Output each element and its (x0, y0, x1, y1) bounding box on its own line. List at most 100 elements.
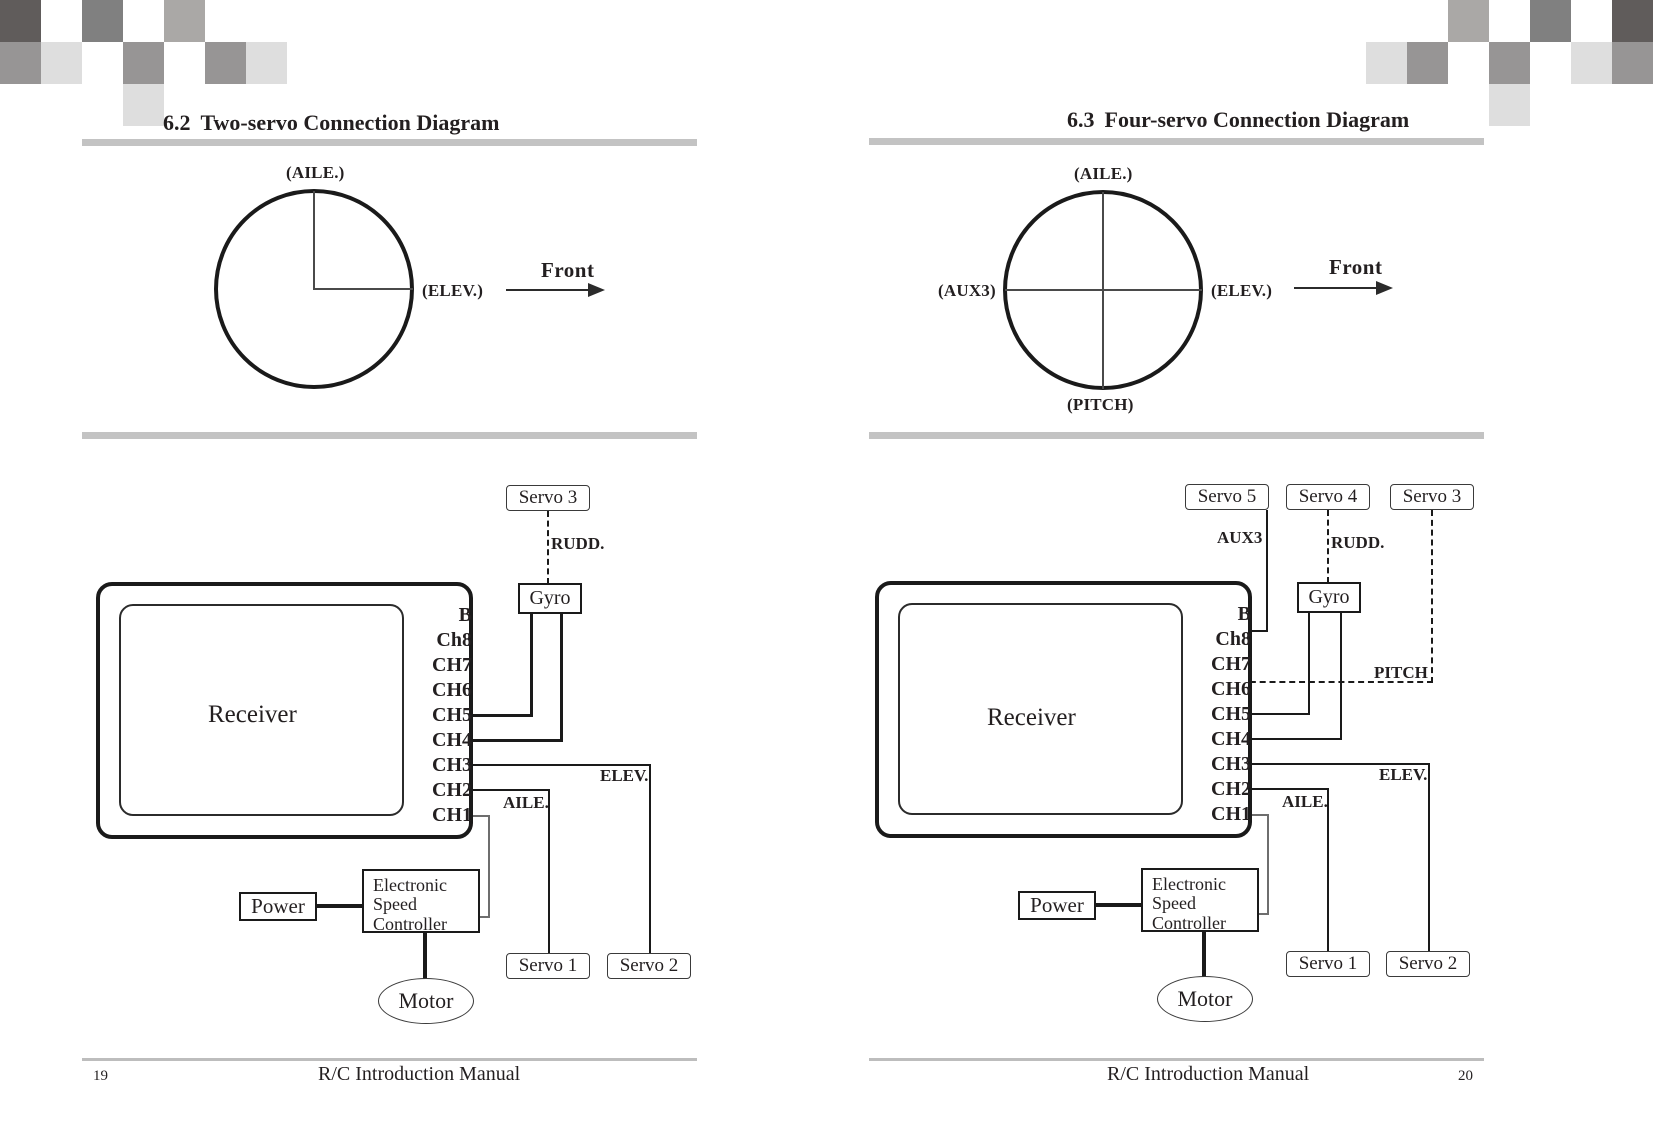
receiver-pin: CH3 (1211, 753, 1251, 775)
servo1-box[interactable]: Servo 1 (1286, 951, 1370, 977)
checker-tile (1571, 42, 1612, 84)
wire-ch5-v (1308, 613, 1310, 715)
checker-tile (246, 42, 287, 84)
servo5-box[interactable]: Servo 5 (1185, 484, 1269, 510)
wire-power-to-esc (315, 904, 363, 908)
wire-ch4-h (473, 739, 563, 742)
power-box[interactable]: Power (239, 892, 317, 921)
swashplate-label-aile: (AILE.) (286, 163, 345, 182)
wire-label-aile: AILE. (1282, 792, 1328, 811)
power-box[interactable]: Power (1018, 891, 1096, 920)
footer-rule-right (869, 1058, 1484, 1061)
servo3-box[interactable]: Servo 3 (506, 485, 590, 511)
section-divider-rule (869, 432, 1484, 439)
esc-line-2: Speed (1152, 893, 1196, 914)
servo2-box[interactable]: Servo 2 (1386, 951, 1470, 977)
checker-tile (1366, 42, 1407, 84)
front-arrow-shaft (1294, 287, 1379, 289)
receiver-pin: CH2 (432, 779, 472, 801)
motor-oval[interactable]: Motor (378, 978, 474, 1024)
swashplate-spoke-horizontal (1005, 289, 1202, 291)
checker-tile (164, 0, 205, 42)
checker-tile (1612, 0, 1653, 42)
wire-ch1-v (488, 815, 490, 918)
front-label-right: Front (1329, 255, 1383, 279)
front-arrow-shaft (506, 289, 591, 291)
page-left: 6.2 Two-servo Connection Diagram (AILE.) … (0, 0, 826, 1140)
receiver-label: Receiver (208, 701, 297, 728)
checker-tile (41, 42, 82, 84)
wire-ch5-v (530, 614, 533, 717)
wire-aile-v (1327, 788, 1329, 952)
receiver-pin: CH4 (432, 729, 472, 751)
servo3-box[interactable]: Servo 3 (1390, 484, 1474, 510)
receiver-pin: CH1 (1211, 803, 1251, 825)
section-number: 6.3 (1067, 107, 1095, 132)
receiver-pin: CH5 (432, 704, 472, 726)
page-number-right: 20 (1458, 1068, 1473, 1084)
front-arrow-icon (588, 283, 605, 297)
esc-line-1: Electronic (373, 875, 447, 895)
checker-tile (123, 42, 164, 84)
decorative-checker-left (0, 0, 826, 126)
servo1-box[interactable]: Servo 1 (506, 953, 590, 979)
section-divider-rule (82, 432, 697, 439)
section-title: Two-servo Connection Diagram (200, 110, 500, 135)
wire-ch2-h-aile (473, 789, 550, 791)
page-number-left: 19 (93, 1068, 108, 1084)
receiver-pin: CH2 (1211, 778, 1251, 800)
swashplate-label-pitch: (PITCH) (1067, 395, 1134, 414)
checker-tile (1407, 42, 1448, 84)
wire-servo4-to-gyro (1327, 510, 1329, 583)
checker-tile (123, 84, 164, 126)
decorative-checker-right (827, 0, 1653, 126)
footer-rule-left (82, 1058, 697, 1061)
wire-label-elev: ELEV. (600, 766, 649, 785)
wire-label-elev: ELEV. (1379, 765, 1428, 784)
receiver-pin: B (458, 604, 472, 626)
swashplate-label-aile: (AILE.) (1074, 164, 1133, 183)
wire-label-rudd: RUDD. (551, 534, 605, 553)
servo2-box[interactable]: Servo 2 (607, 953, 691, 979)
wire-ch2-h-aile (1252, 788, 1329, 790)
wire-label-aile: AILE. (503, 793, 549, 812)
wire-servo3-to-gyro (547, 511, 549, 584)
checker-tile (1612, 42, 1653, 84)
checker-tile (82, 0, 123, 42)
wire-ch5-h (1252, 713, 1309, 715)
wire-label-aux3: AUX3 (1217, 528, 1263, 547)
footer-manual-title-right: R/C Introduction Manual (1107, 1063, 1310, 1085)
section-title: Four-servo Connection Diagram (1104, 107, 1410, 132)
wire-power-to-esc (1094, 903, 1142, 907)
receiver-pin: CH6 (1211, 678, 1251, 700)
checker-tile (205, 42, 246, 84)
checker-tile (1489, 84, 1530, 126)
wire-elev-v (649, 764, 651, 954)
wire-elev-v (1428, 763, 1430, 953)
esc-box[interactable]: Electronic Speed Controller (1141, 868, 1259, 933)
esc-box[interactable]: Electronic Speed Controller (362, 869, 480, 934)
checker-tile (0, 42, 41, 84)
receiver-pin: CH1 (432, 804, 472, 826)
receiver-pin: Ch8 (436, 629, 472, 651)
receiver-pin: CH4 (1211, 728, 1251, 750)
motor-oval[interactable]: Motor (1157, 976, 1253, 1022)
wire-ch4-v (560, 614, 563, 742)
esc-line-3: Controller (373, 913, 447, 934)
swashplate-spoke-elev (313, 288, 413, 290)
section-heading-left: 6.2 Two-servo Connection Diagram (163, 110, 500, 136)
receiver-pin: B (1237, 603, 1251, 625)
servo4-box[interactable]: Servo 4 (1286, 484, 1370, 510)
gyro-box[interactable]: Gyro (518, 583, 582, 614)
gyro-box[interactable]: Gyro (1297, 582, 1361, 613)
esc-line-2: Speed (373, 894, 417, 915)
footer-manual-title-left: R/C Introduction Manual (318, 1063, 521, 1085)
wire-ch4-h (1252, 738, 1342, 740)
front-label-left: Front (541, 258, 595, 282)
section-number: 6.2 (163, 110, 191, 135)
checker-tile (0, 0, 41, 42)
front-arrow-icon (1376, 281, 1393, 295)
wire-aux3-v (1266, 510, 1268, 632)
swashplate-label-elev: (ELEV.) (1211, 281, 1273, 300)
receiver-label: Receiver (987, 704, 1076, 731)
